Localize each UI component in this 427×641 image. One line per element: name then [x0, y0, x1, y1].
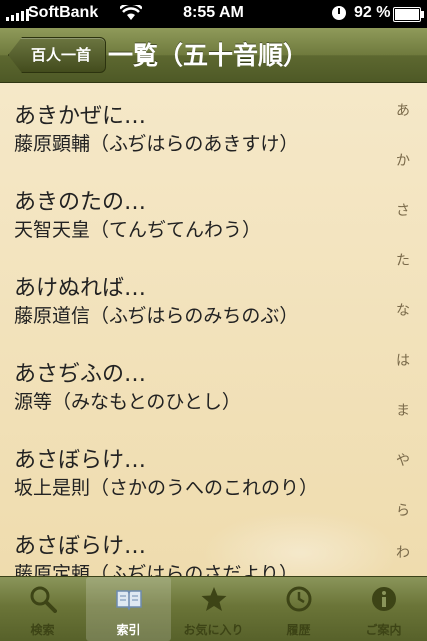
index-letter[interactable]: は: [393, 350, 413, 370]
back-button[interactable]: 百人一首: [8, 37, 107, 73]
list-item[interactable]: あきのたの… 天智天皇（てんぢてんわう）: [14, 189, 384, 243]
index-letter[interactable]: や: [393, 450, 413, 470]
poem-opening: あきかぜに…: [14, 104, 147, 129]
index-letter[interactable]: た: [393, 250, 413, 270]
tab-favorites[interactable]: お気に入り: [171, 577, 256, 641]
tab-index[interactable]: 索引: [86, 577, 171, 641]
list-item[interactable]: あさぼらけ… 坂上是則（さかのうへのこれのり）: [14, 447, 384, 501]
index-letter[interactable]: さ: [393, 200, 413, 220]
index-letter[interactable]: わ: [393, 542, 413, 562]
page-title: 一覧（五十音順）: [108, 41, 309, 70]
tab-label: お気に入り: [183, 623, 244, 637]
tab-label: 検索: [30, 623, 55, 637]
poem-list[interactable]: あきかぜに… 藤原顕輔（ふぢはらのあきすけ） あきのたの… 天智天皇（てんぢてん…: [0, 83, 427, 576]
index-letter[interactable]: あ: [393, 100, 413, 120]
history-clock-icon: [286, 586, 312, 612]
poem-author: 藤原定頼（ふぢはらのさだより）: [14, 563, 299, 576]
poem-opening: あけぬれば…: [14, 276, 147, 301]
poem-author: 坂上是則（さかのうへのこれのり）: [14, 477, 319, 499]
index-letter[interactable]: な: [393, 300, 413, 320]
tab-search[interactable]: 検索: [0, 577, 85, 641]
list-item[interactable]: あさぼらけ… 藤原定頼（ふぢはらのさだより）: [14, 533, 384, 576]
poem-author: 源等（みなもとのひとし）: [14, 391, 241, 413]
index-letter[interactable]: ま: [393, 400, 413, 420]
poem-opening: あさぢふの…: [14, 362, 147, 387]
tab-history[interactable]: 履歴: [256, 577, 341, 641]
list-item[interactable]: あけぬれば… 藤原道信（ふぢはらのみちのぶ）: [14, 275, 384, 329]
poem-author: 天智天皇（てんぢてんわう）: [14, 219, 262, 241]
index-letter[interactable]: か: [393, 150, 413, 170]
poem-author: 藤原道信（ふぢはらのみちのぶ）: [14, 305, 299, 327]
info-icon: [372, 587, 396, 611]
star-icon: [201, 587, 227, 611]
poem-opening: あさぼらけ…: [14, 534, 147, 559]
tab-bar: 検索 索引 お気に入り 履歴 ご案内: [0, 576, 427, 641]
alarm-clock-icon: [332, 6, 346, 20]
navigation-bar: 百人一首 一覧（五十音順）: [0, 28, 427, 83]
poem-opening: あきのたの…: [14, 190, 147, 215]
index-letter[interactable]: ら: [393, 500, 413, 520]
search-icon: [30, 586, 57, 613]
poem-author: 藤原顕輔（ふぢはらのあきすけ）: [14, 133, 299, 155]
battery-icon: [393, 7, 424, 22]
tab-label: 履歴: [286, 623, 311, 637]
battery-percent: 92 %: [354, 4, 391, 21]
tab-info[interactable]: ご案内: [341, 577, 426, 641]
list-item[interactable]: あさぢふの… 源等（みなもとのひとし）: [14, 361, 384, 415]
poem-opening: あさぼらけ…: [14, 448, 147, 473]
status-bar: SoftBank 8:55 AM 92 %: [0, 0, 427, 28]
list-item[interactable]: あきかぜに… 藤原顕輔（ふぢはらのあきすけ）: [14, 103, 384, 157]
tab-label: ご案内: [365, 623, 402, 637]
tab-label: 索引: [116, 623, 141, 637]
book-icon: [116, 590, 142, 611]
